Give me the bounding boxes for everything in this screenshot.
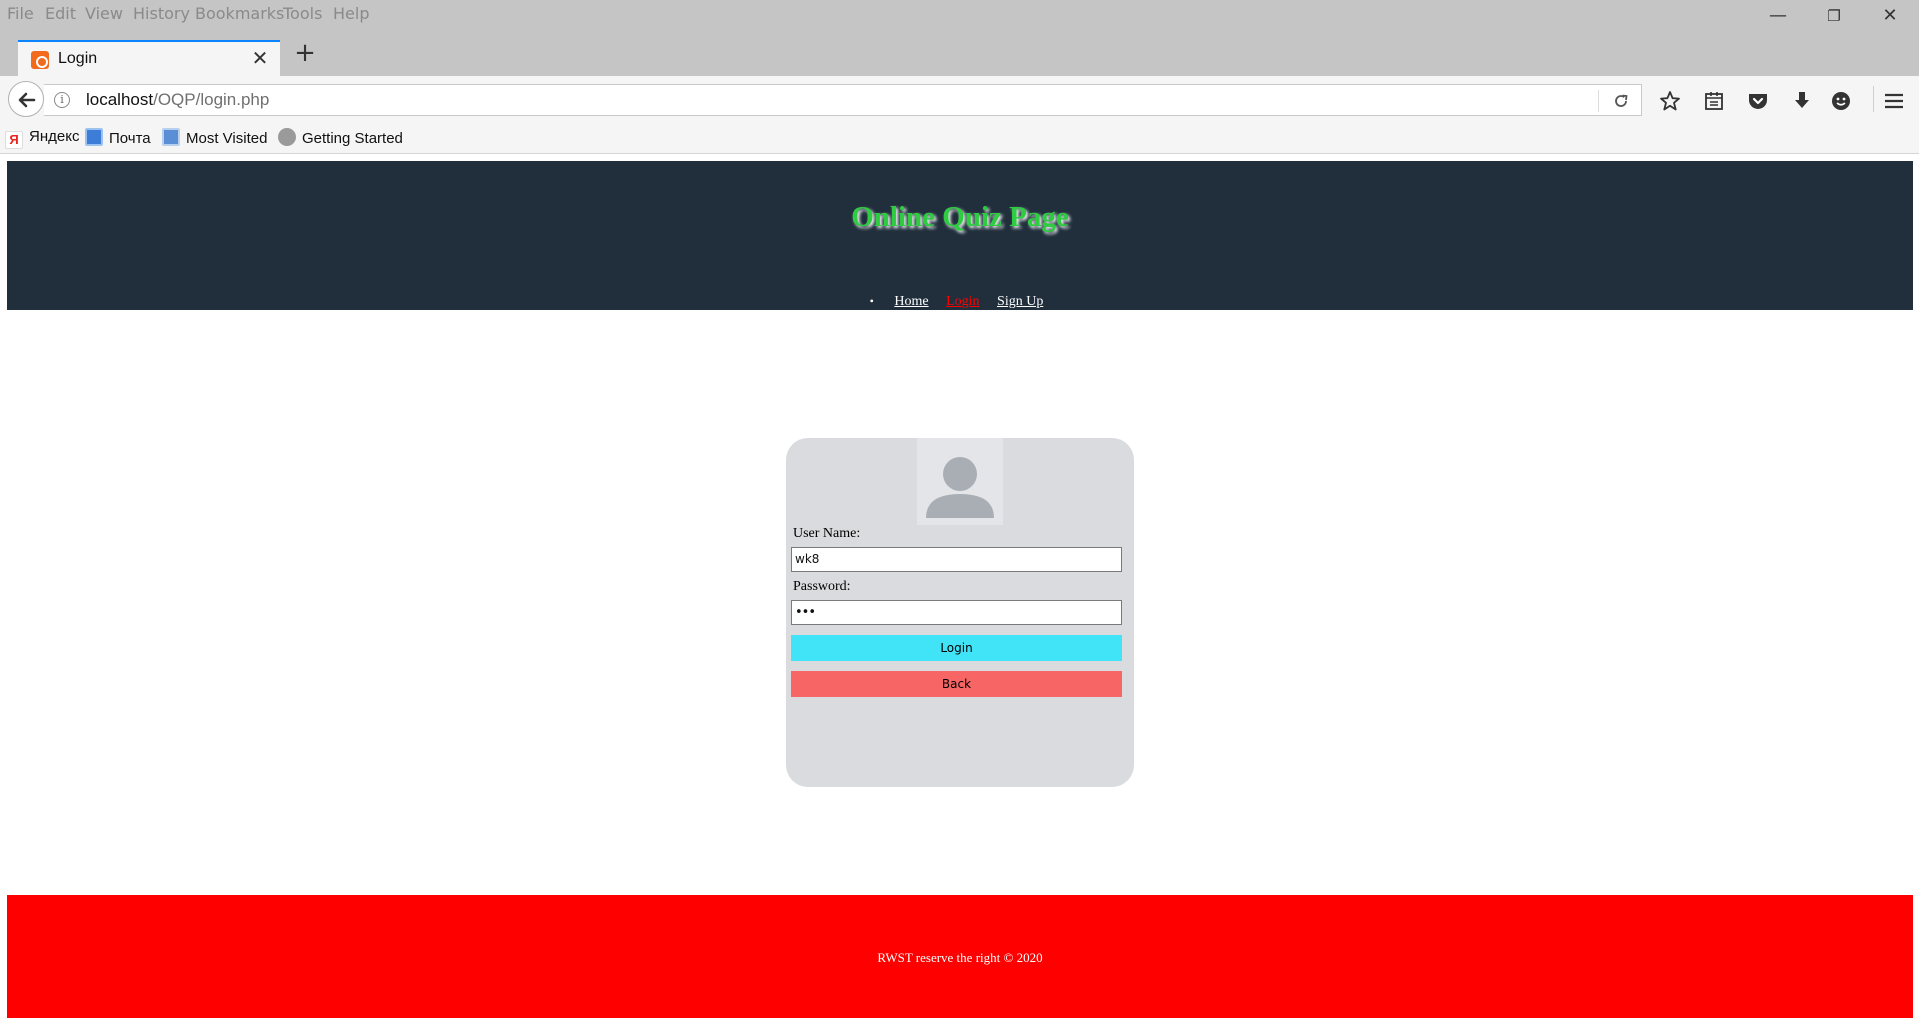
info-icon[interactable]: i: [54, 92, 70, 108]
nav-link-login[interactable]: Login: [946, 294, 979, 309]
watermark-title: Activate Windows: [1554, 771, 1768, 799]
bookmark-yandex[interactable]: Я Яндекс: [5, 128, 80, 149]
xampp-favicon-icon: [31, 51, 49, 69]
tab-title: Login: [58, 50, 98, 67]
menu-view[interactable]: View: [85, 4, 123, 23]
footer-copyright: RWST reserve the right © 2020: [877, 950, 1043, 965]
minimize-button[interactable]: —: [1758, 3, 1798, 29]
user-avatar-icon: [917, 438, 1003, 525]
reading-list-icon[interactable]: [1702, 89, 1726, 113]
tab-strip: Login ✕ +: [0, 32, 1919, 76]
login-card: User Name: wk8 Password: ••• Login Back: [786, 438, 1134, 787]
bookmark-label: Почта: [109, 130, 151, 147]
password-label: Password:: [793, 579, 851, 594]
most-visited-icon: [162, 128, 180, 146]
url-text[interactable]: localhost/OQP/login.php: [86, 90, 269, 110]
back-button[interactable]: [8, 81, 44, 117]
site-nav: • Home Login Sign Up: [7, 294, 1913, 310]
reload-icon[interactable]: [1611, 91, 1631, 111]
menu-history[interactable]: History: [133, 4, 190, 23]
back-button[interactable]: Back: [791, 671, 1122, 697]
menu-file[interactable]: File: [7, 4, 34, 23]
restore-button[interactable]: ❐: [1814, 3, 1854, 29]
url-path: /OQP/login.php: [153, 90, 270, 109]
download-icon[interactable]: [1790, 89, 1814, 113]
bookmark-label: Яндекс: [29, 128, 80, 145]
user-silhouette-icon: [926, 457, 994, 518]
bookmarks-toolbar: Я Яндекс Почта Most Visited Getting Start…: [0, 120, 1919, 154]
toolbar-separator: [1873, 86, 1874, 112]
bookmark-pochta[interactable]: Почта: [85, 128, 151, 148]
hamburger-menu-icon[interactable]: [1882, 89, 1906, 113]
url-host: localhost: [86, 90, 154, 109]
username-input[interactable]: wk8: [791, 547, 1122, 572]
menu-help[interactable]: Help: [333, 4, 369, 23]
pocket-icon[interactable]: [1746, 89, 1770, 113]
tab-login[interactable]: Login ✕: [18, 40, 280, 76]
tab-close-icon[interactable]: ✕: [250, 48, 270, 68]
url-separator: [1598, 90, 1599, 112]
navigation-toolbar: i localhost/OQP/login.php: [0, 76, 1919, 120]
login-button[interactable]: Login: [791, 635, 1122, 661]
menu-bar: File Edit View History Bookmarks Tools H…: [0, 0, 1919, 32]
new-tab-button[interactable]: +: [292, 40, 318, 67]
bookmark-getting-started[interactable]: Getting Started: [278, 128, 403, 148]
yandex-icon: Я: [5, 131, 23, 149]
watermark-subtitle: Go to Settings to activate Windows.: [1554, 804, 1859, 824]
bookmark-most-visited[interactable]: Most Visited: [162, 128, 267, 148]
menu-bookmarks[interactable]: Bookmarks: [195, 4, 284, 23]
url-bar[interactable]: i localhost/OQP/login.php: [44, 84, 1642, 116]
nav-link-home[interactable]: Home: [894, 294, 928, 309]
password-input[interactable]: •••: [791, 600, 1122, 625]
windows-activation-watermark: Activate Windows Go to Settings to activ…: [1554, 771, 1859, 824]
globe-icon: [278, 128, 296, 146]
bookmark-label: Getting Started: [302, 130, 403, 147]
menu-edit[interactable]: Edit: [45, 4, 76, 23]
site-header: Online Quiz Page • Home Login Sign Up: [7, 161, 1913, 310]
mail-icon: [85, 128, 103, 146]
browser-chrome: File Edit View History Bookmarks Tools H…: [0, 0, 1919, 154]
feedback-smiley-icon[interactable]: [1829, 89, 1853, 113]
back-arrow-icon: [18, 92, 36, 108]
nav-link-signup[interactable]: Sign Up: [997, 294, 1043, 309]
site-footer: RWST reserve the right © 2020: [7, 895, 1913, 1018]
nav-bullet: •: [869, 294, 874, 308]
bookmark-label: Most Visited: [186, 130, 268, 147]
site-title: Online Quiz Page: [851, 201, 1069, 233]
menu-tools[interactable]: Tools: [283, 4, 322, 23]
window-close-button[interactable]: ✕: [1870, 3, 1910, 29]
username-label: User Name:: [793, 526, 861, 541]
bookmark-star-icon[interactable]: [1658, 89, 1682, 113]
web-page: Online Quiz Page • Home Login Sign Up Us…: [0, 155, 1919, 1024]
